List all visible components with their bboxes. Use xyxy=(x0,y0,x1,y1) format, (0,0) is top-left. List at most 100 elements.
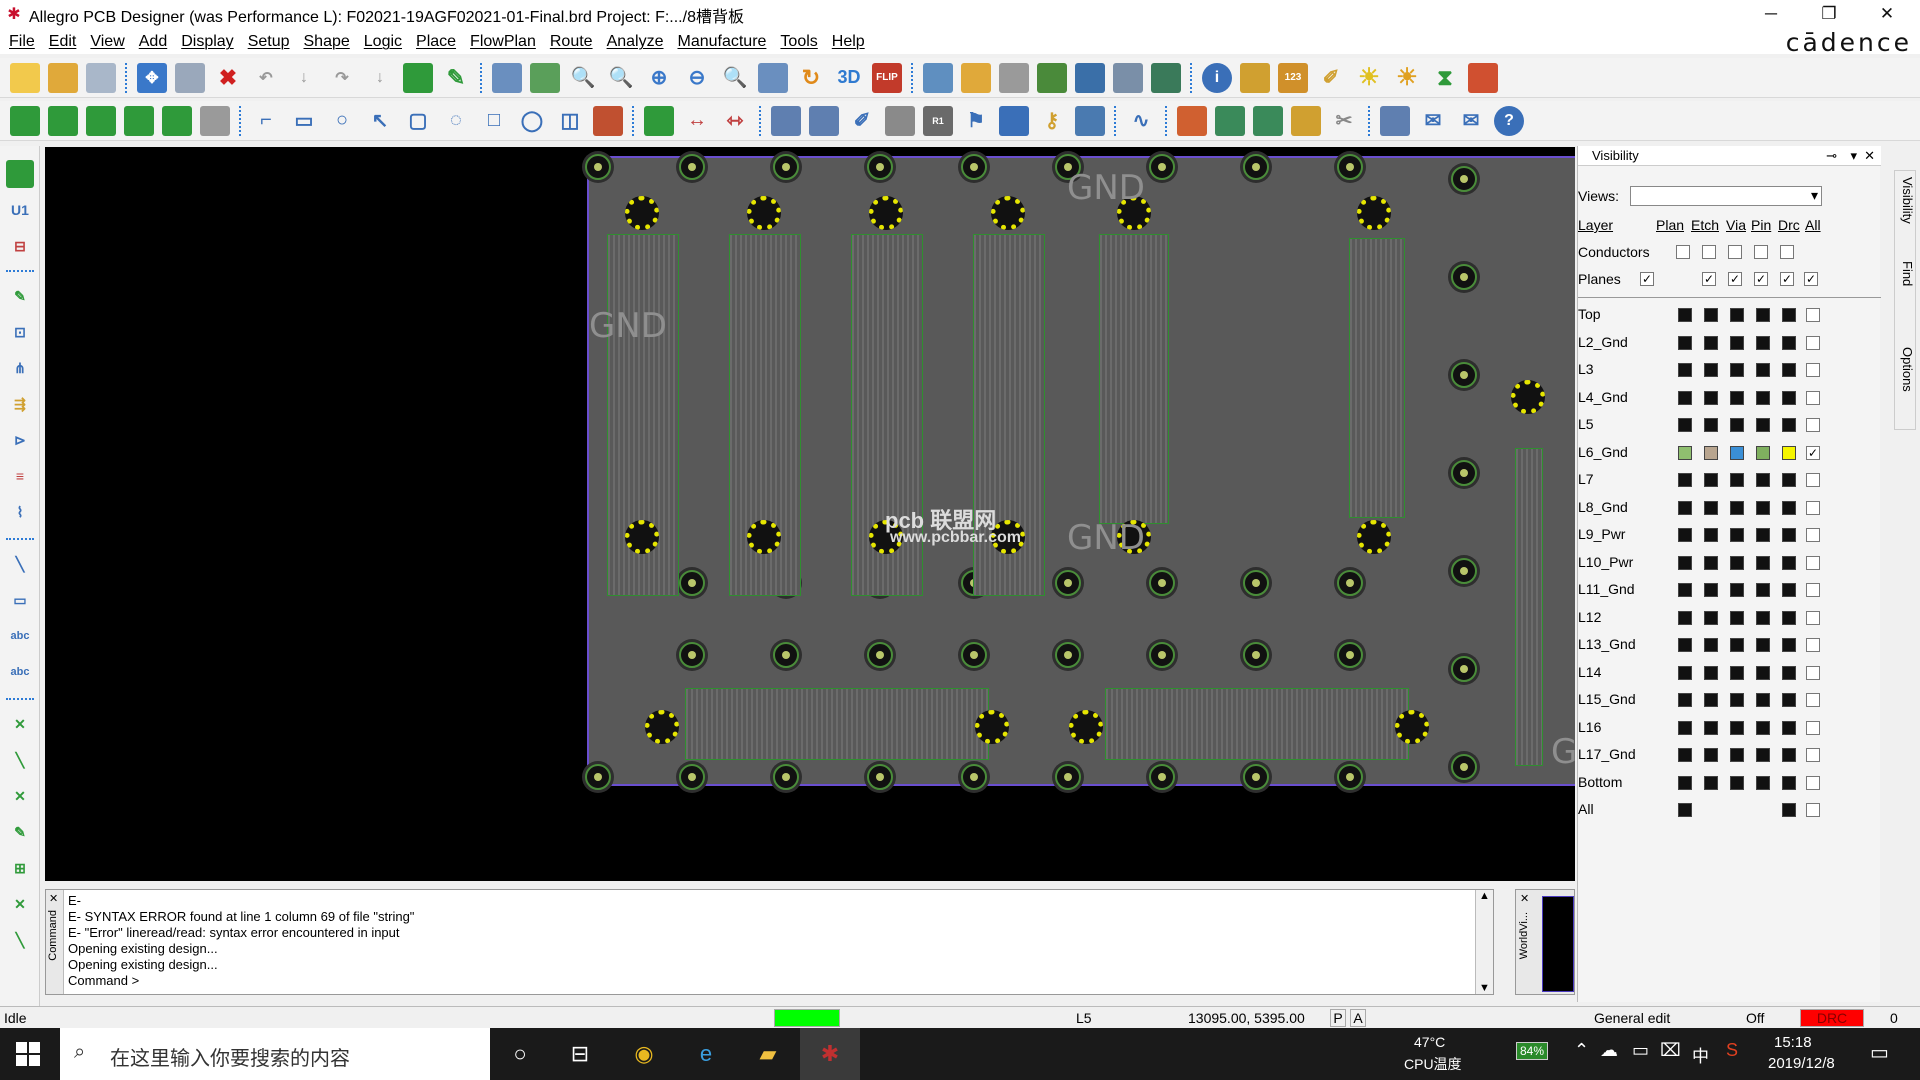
layer-color-swatch[interactable] xyxy=(1678,335,1692,350)
mounting-pad[interactable] xyxy=(747,196,781,230)
snap-icon[interactable] xyxy=(999,105,1029,136)
layer-color-swatch[interactable] xyxy=(1730,418,1744,432)
scroll-down-icon[interactable]: ▼ xyxy=(1479,982,1490,994)
tab-find[interactable]: Find xyxy=(1895,261,1915,286)
layer-all-checkbox[interactable] xyxy=(1806,583,1820,597)
layer-color-swatch[interactable] xyxy=(1678,638,1692,652)
layer-all-checkbox[interactable] xyxy=(1806,638,1820,652)
book-icon[interactable] xyxy=(1215,105,1245,136)
shape-circle-icon[interactable]: ◯ xyxy=(517,106,547,136)
add-line-icon[interactable]: ⌐ xyxy=(251,106,281,136)
via[interactable] xyxy=(1149,642,1175,668)
layer-color-swatch[interactable] xyxy=(1678,473,1692,487)
tab-options[interactable]: Options xyxy=(1895,347,1915,392)
layer-color-swatch[interactable] xyxy=(1678,775,1692,790)
etch-on-icon[interactable] xyxy=(10,105,40,136)
via[interactable] xyxy=(1337,764,1363,790)
array-icon[interactable] xyxy=(1075,105,1105,136)
layer-color-swatch[interactable] xyxy=(1730,693,1744,707)
ref-des-icon[interactable]: R1 xyxy=(923,105,953,136)
clock-time[interactable]: 15:18 xyxy=(1774,1034,1812,1051)
zoom-selection-icon[interactable] xyxy=(758,62,788,93)
layer-color-swatch[interactable] xyxy=(1756,418,1770,432)
zoom-world-icon[interactable]: ⊕ xyxy=(644,63,674,93)
layer-color-swatch[interactable] xyxy=(1730,390,1744,405)
layer-color-swatch[interactable] xyxy=(1730,363,1744,377)
layer-color-swatch[interactable] xyxy=(1704,390,1718,405)
part-icon[interactable]: ⊟ xyxy=(6,232,34,260)
slide-icon[interactable]: ⊡ xyxy=(6,318,34,346)
via[interactable] xyxy=(1337,642,1363,668)
via[interactable] xyxy=(1451,754,1477,780)
shape-rect-icon[interactable]: □ xyxy=(479,106,509,136)
conductors-pin-checkbox[interactable] xyxy=(1728,245,1742,259)
layer-color-swatch[interactable] xyxy=(1704,500,1718,515)
shape-merge-icon[interactable]: ◫ xyxy=(555,106,585,136)
via[interactable] xyxy=(1055,570,1081,596)
shape-void-icon[interactable]: ◌ xyxy=(441,106,471,136)
conductors-etch-checkbox[interactable] xyxy=(1676,245,1690,259)
layer-all-checkbox[interactable] xyxy=(1806,775,1820,790)
worldview-map[interactable] xyxy=(1542,896,1574,992)
via[interactable] xyxy=(961,764,987,790)
via[interactable] xyxy=(1243,764,1269,790)
unroute-icon[interactable]: ✕ xyxy=(6,782,34,810)
layer-color-swatch[interactable] xyxy=(1782,638,1796,652)
layer-color-swatch[interactable] xyxy=(1704,335,1718,350)
highlight-icon[interactable]: ✐ xyxy=(1316,63,1346,93)
layer-all-checkbox[interactable] xyxy=(1806,803,1820,817)
layer-color-swatch[interactable] xyxy=(1704,775,1718,790)
layer-color-swatch[interactable] xyxy=(1756,528,1770,542)
phase-tune-icon[interactable]: ⌇ xyxy=(6,498,34,526)
layer-color-swatch[interactable] xyxy=(1678,583,1692,597)
custom-smooth-icon[interactable]: ⇶ xyxy=(6,390,34,418)
layer-color-swatch[interactable] xyxy=(1678,308,1692,322)
layer-color-swatch[interactable] xyxy=(1730,720,1744,735)
chevron-up-icon[interactable]: ⌃ xyxy=(1574,1040,1589,1061)
via[interactable] xyxy=(679,570,705,596)
layer-color-swatch[interactable] xyxy=(1730,500,1744,515)
via[interactable] xyxy=(1243,570,1269,596)
layer-color-swatch[interactable] xyxy=(1756,555,1770,570)
add-circle-icon[interactable]: ○ xyxy=(327,106,357,136)
ratsnest-icon[interactable]: ⊞ xyxy=(6,854,34,882)
conductors-via-checkbox[interactable] xyxy=(1702,245,1716,259)
layer-color-swatch[interactable] xyxy=(1678,445,1692,460)
layer-color-swatch[interactable] xyxy=(1678,390,1692,405)
layer-all-checkbox[interactable] xyxy=(1806,335,1820,350)
shape-delete-icon[interactable] xyxy=(593,105,623,136)
layer-color-swatch[interactable] xyxy=(1782,335,1796,350)
mounting-pad[interactable] xyxy=(625,196,659,230)
dropdown-icon[interactable]: ▾ xyxy=(1850,146,1857,166)
report-icon[interactable] xyxy=(1240,62,1270,93)
line-icon[interactable]: ╲ xyxy=(6,550,34,578)
via[interactable] xyxy=(1055,764,1081,790)
spreadsheet-icon[interactable] xyxy=(1113,62,1143,93)
mounting-pad[interactable] xyxy=(1511,380,1545,414)
new-file-icon[interactable] xyxy=(10,62,40,93)
sogou-icon[interactable]: S xyxy=(1726,1040,1738,1061)
notification-icon[interactable]: ▭ xyxy=(1870,1040,1889,1065)
layer-color-swatch[interactable] xyxy=(1730,610,1744,625)
windows-start-icon[interactable] xyxy=(16,1042,40,1066)
design-canvas[interactable]: GND GND GND GND pcb 联盟网 www.pcbbar.com xyxy=(45,147,1575,881)
menu-help[interactable]: Help xyxy=(825,31,872,53)
layer-color-swatch[interactable] xyxy=(1704,583,1718,597)
layer-color-swatch[interactable] xyxy=(1704,418,1718,432)
mounting-pad[interactable] xyxy=(1069,710,1103,744)
scissors-icon[interactable]: ✂ xyxy=(1329,106,1359,136)
layer-all-checkbox[interactable] xyxy=(1806,418,1820,432)
layer-color-swatch[interactable] xyxy=(1704,528,1718,542)
taskbar-search[interactable]: ⌕ 在这里输入你要搜索的内容 xyxy=(60,1028,490,1080)
via[interactable] xyxy=(585,154,611,180)
layer-color-swatch[interactable] xyxy=(1782,583,1796,597)
file-explorer-icon[interactable]: ▰ xyxy=(738,1028,798,1080)
layer-color-swatch[interactable] xyxy=(1678,418,1692,432)
via[interactable] xyxy=(1451,166,1477,192)
delete-icon[interactable]: ✖ xyxy=(213,63,243,93)
layer-stack-icon[interactable] xyxy=(1037,62,1067,93)
via[interactable] xyxy=(867,154,893,180)
menu-edit[interactable]: Edit xyxy=(42,31,84,53)
library-icon[interactable] xyxy=(809,105,839,136)
layer-color-swatch[interactable] xyxy=(1756,693,1770,707)
